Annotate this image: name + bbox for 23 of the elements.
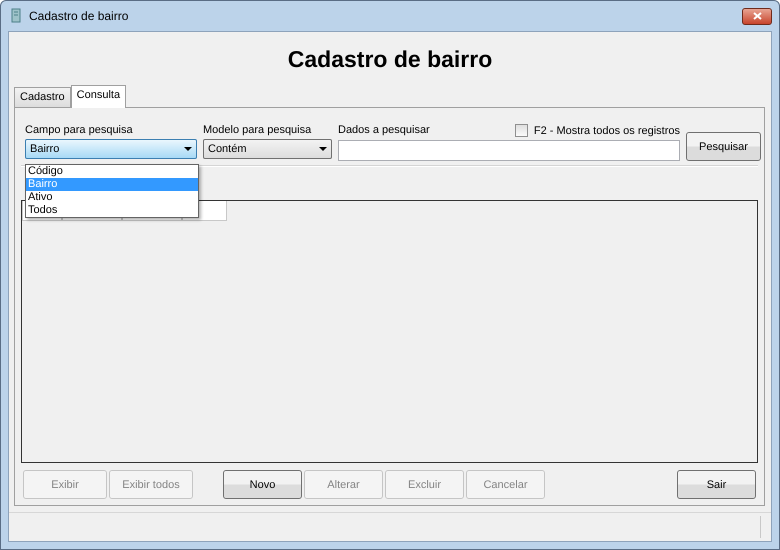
caret-icon <box>319 147 327 151</box>
app-icon <box>9 8 23 24</box>
show-all-checkbox[interactable] <box>514 124 528 137</box>
window-title: Cadastro de bairro <box>29 9 128 23</box>
caret-icon <box>184 147 192 151</box>
tab[interactable]: Consulta <box>70 85 126 108</box>
close-button[interactable] <box>742 8 772 24</box>
dropdown-option[interactable]: Código <box>26 165 198 178</box>
search-button[interactable]: Pesquisar <box>686 132 761 161</box>
model-label: Modelo para pesquisa <box>203 124 312 136</box>
search-input[interactable] <box>338 140 680 161</box>
tab[interactable]: Cadastro <box>14 87 71 107</box>
search-model-dropdown[interactable]: Contém <box>203 139 332 159</box>
field-label: Campo para pesquisa <box>25 124 134 136</box>
checkbox-label: F2 - Mostra todos os registros <box>534 124 680 136</box>
action-button[interactable]: Novo <box>223 470 302 499</box>
search-field-dropdown[interactable]: Bairro <box>25 139 197 159</box>
exit-button[interactable]: Sair <box>677 470 756 499</box>
dropdown-option[interactable]: Ativo <box>26 191 198 204</box>
data-label: Dados a pesquisar <box>338 124 430 137</box>
close-icon <box>752 12 762 20</box>
page-heading: Cadastro de bairro <box>286 45 494 74</box>
dropdown-option[interactable]: Todos <box>26 204 198 217</box>
